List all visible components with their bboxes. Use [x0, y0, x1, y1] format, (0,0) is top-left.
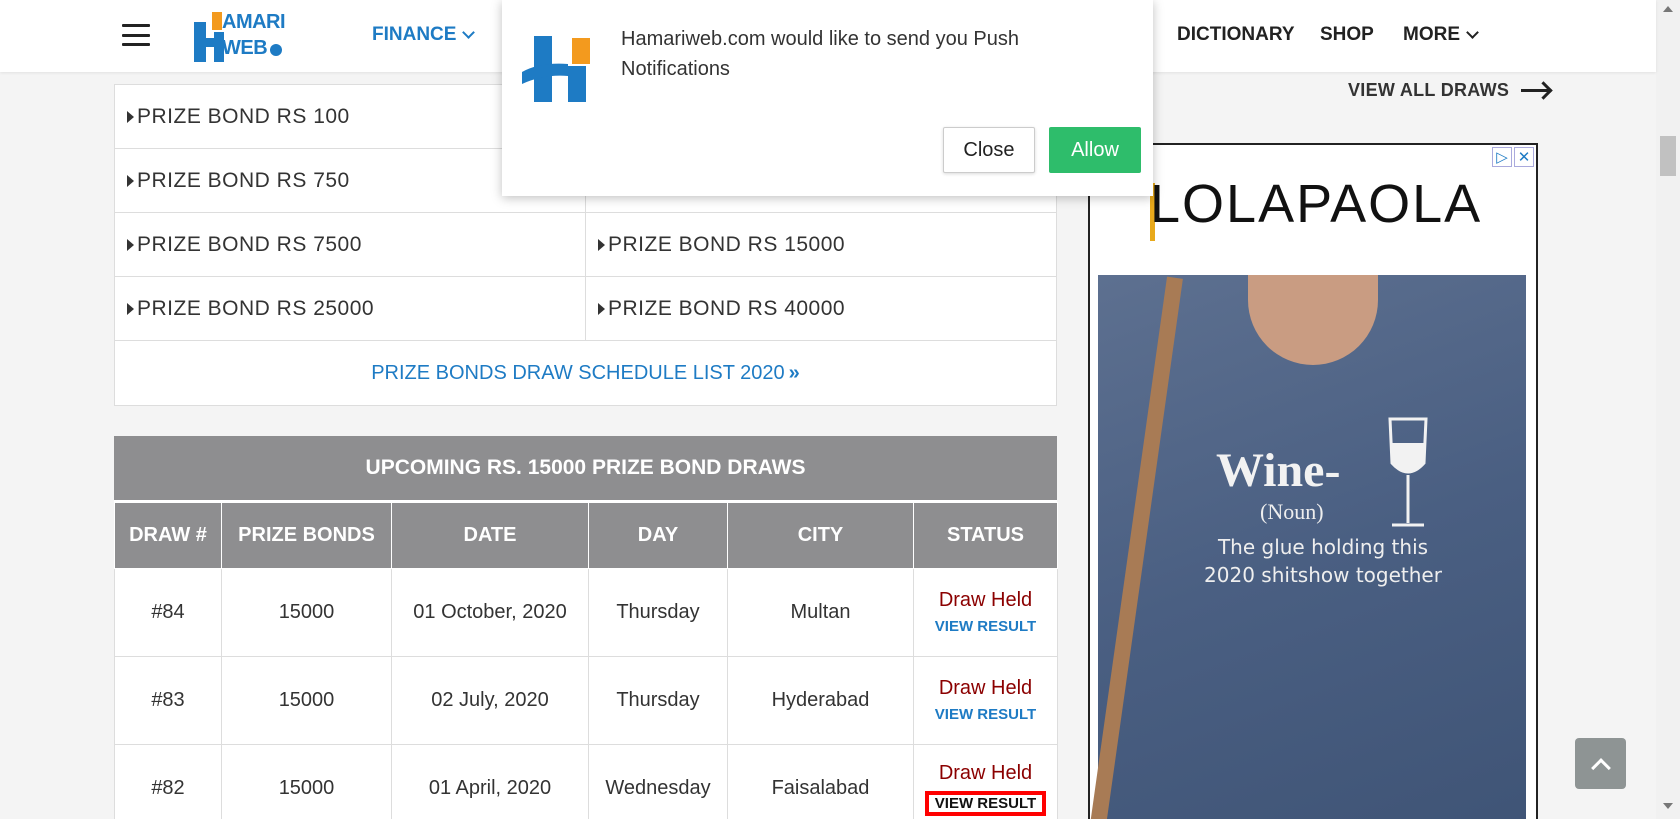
table-header-row: DRAW # PRIZE BONDS DATE DAY CITY STATUS	[114, 502, 1058, 569]
caret-right-icon	[598, 302, 605, 315]
status-text: Draw Held	[938, 761, 1033, 784]
site-logo[interactable]: AMARI WEB	[192, 8, 288, 66]
close-icon[interactable]: ✕	[1514, 147, 1534, 167]
scroll-up-arrow-icon[interactable]	[1663, 6, 1673, 12]
status-text: Draw Held	[938, 588, 1033, 611]
column-header-draw: DRAW #	[114, 502, 222, 569]
cell-bonds: 15000	[221, 656, 392, 745]
bond-label: PRIZE BOND RS 100	[137, 104, 350, 128]
cell-city: Hyderabad	[727, 656, 914, 745]
status-text: Draw Held	[938, 676, 1033, 699]
scroll-down-arrow-icon[interactable]	[1663, 803, 1673, 809]
schedule-list-link[interactable]: PRIZE BONDS DRAW SCHEDULE LIST 2020 »	[115, 341, 1056, 405]
ad-brand: LOLAPAOLA	[1150, 174, 1483, 234]
caret-right-icon	[127, 238, 134, 251]
column-header-day: DAY	[588, 502, 728, 569]
cell-date: 01 October, 2020	[391, 568, 589, 657]
cell-status: Draw Held VIEW RESULT	[913, 744, 1058, 819]
column-header-date: DATE	[391, 502, 589, 569]
draws-title: UPCOMING RS. 15000 PRIZE BOND DRAWS	[114, 436, 1057, 502]
cell-draw: #82	[114, 744, 222, 819]
cell-day: Thursday	[588, 656, 728, 745]
chevron-down-icon	[462, 26, 476, 39]
view-result-link-highlighted[interactable]: VIEW RESULT	[924, 790, 1047, 816]
ad-controls: ▷ ✕	[1492, 147, 1534, 167]
bond-label: PRIZE BOND RS 15000	[608, 232, 846, 256]
chevron-down-icon	[1466, 26, 1479, 39]
logo-text-2: WEB	[222, 37, 268, 59]
cell-day: Thursday	[588, 568, 728, 657]
cell-draw: #83	[114, 656, 222, 745]
view-result-link[interactable]: VIEW RESULT	[935, 618, 1036, 635]
draws-grid: DRAW # PRIZE BONDS DATE DAY CITY STATUS …	[114, 502, 1058, 819]
cell-bonds: 15000	[221, 744, 392, 819]
back-to-top-button[interactable]	[1575, 738, 1626, 789]
nav-dictionary-label: DICTIONARY	[1177, 24, 1295, 45]
nav-shop[interactable]: SHOP	[1320, 24, 1374, 46]
schedule-list-label: PRIZE BONDS DRAW SCHEDULE LIST 2020	[371, 361, 785, 384]
cell-bonds: 15000	[221, 568, 392, 657]
upcoming-draws-table: UPCOMING RS. 15000 PRIZE BOND DRAWS DRAW…	[114, 436, 1058, 819]
table-row: #83 15000 02 July, 2020 Thursday Hyderab…	[114, 656, 1058, 745]
view-all-draws-link[interactable]: VIEW ALL DRAWS	[1348, 80, 1550, 101]
notification-message: Hamariweb.com would like to send you Pus…	[621, 28, 1019, 80]
arrow-right-icon	[1521, 89, 1550, 92]
bond-label: PRIZE BOND RS 25000	[137, 296, 375, 320]
table-row: #84 15000 01 October, 2020 Thursday Mult…	[114, 568, 1058, 657]
cell-status: Draw Held VIEW RESULT	[913, 568, 1058, 657]
nav-more-label: MORE	[1403, 24, 1460, 45]
double-chevron-right-icon: »	[788, 361, 800, 384]
cell-day: Wednesday	[588, 744, 728, 819]
advertisement[interactable]: ▷ ✕ LOLAPAOLA Wine- (Noun) The glue hold…	[1088, 143, 1538, 819]
shirt-text: The glue holding this 2020 shitshow toge…	[1204, 535, 1442, 587]
nav-finance-label: FINANCE	[372, 24, 457, 45]
menu-icon[interactable]	[122, 24, 150, 46]
cell-city: Faisalabad	[727, 744, 914, 819]
nav-dictionary[interactable]: DICTIONARY	[1177, 24, 1295, 46]
caret-right-icon	[127, 302, 134, 315]
allow-button[interactable]: Allow	[1049, 127, 1141, 173]
bond-label: PRIZE BOND RS 7500	[137, 232, 362, 256]
shirt-noun: (Noun)	[1260, 499, 1324, 524]
column-header-prize-bonds: PRIZE BONDS	[221, 502, 392, 569]
chevron-up-icon	[1590, 757, 1611, 778]
view-all-draws-label: VIEW ALL DRAWS	[1348, 80, 1510, 100]
cell-city: Multan	[727, 568, 914, 657]
nav-more[interactable]: MORE	[1403, 24, 1479, 46]
view-result-link[interactable]: VIEW RESULT	[935, 706, 1036, 723]
bond-row: PRIZE BOND RS 7500 PRIZE BOND RS 15000	[115, 213, 1056, 277]
cell-date: 01 April, 2020	[391, 744, 589, 819]
scrollbar-thumb[interactable]	[1660, 136, 1676, 176]
bond-link-25000[interactable]: PRIZE BOND RS 25000	[115, 277, 585, 340]
close-button[interactable]: Close	[943, 127, 1035, 173]
push-notification-dialog: Hamariweb.com would like to send you Pus…	[502, 0, 1153, 196]
nav-shop-label: SHOP	[1320, 24, 1374, 45]
adchoices-icon[interactable]: ▷	[1492, 147, 1512, 167]
page-scrollbar[interactable]	[1656, 0, 1680, 819]
ad-product-image: Wine- (Noun) The glue holding this 2020 …	[1090, 275, 1526, 819]
bond-label: PRIZE BOND RS 40000	[608, 296, 846, 320]
column-header-status: STATUS	[913, 502, 1058, 569]
bond-link-7500[interactable]: PRIZE BOND RS 7500	[115, 213, 585, 276]
wine-glass-icon	[1388, 417, 1428, 527]
cell-status: Draw Held VIEW RESULT	[913, 656, 1058, 745]
shirt-title: Wine-	[1216, 444, 1341, 497]
bond-link-40000[interactable]: PRIZE BOND RS 40000	[585, 277, 1056, 340]
caret-right-icon	[127, 174, 134, 187]
table-row: #82 15000 01 April, 2020 Wednesday Faisa…	[114, 744, 1058, 819]
hamariweb-logo-icon	[522, 36, 590, 102]
bag-strap	[1090, 276, 1183, 819]
caret-right-icon	[127, 110, 134, 123]
model-neck	[1248, 275, 1378, 365]
bond-label: PRIZE BOND RS 750	[137, 168, 350, 192]
bond-row: PRIZE BOND RS 25000 PRIZE BOND RS 40000	[115, 277, 1056, 341]
column-header-city: CITY	[727, 502, 914, 569]
caret-right-icon	[598, 238, 605, 251]
bond-link-15000[interactable]: PRIZE BOND RS 15000	[585, 213, 1056, 276]
nav-finance[interactable]: FINANCE	[372, 24, 476, 46]
logo-text-1: AMARI	[222, 11, 286, 33]
cell-date: 02 July, 2020	[391, 656, 589, 745]
cell-draw: #84	[114, 568, 222, 657]
